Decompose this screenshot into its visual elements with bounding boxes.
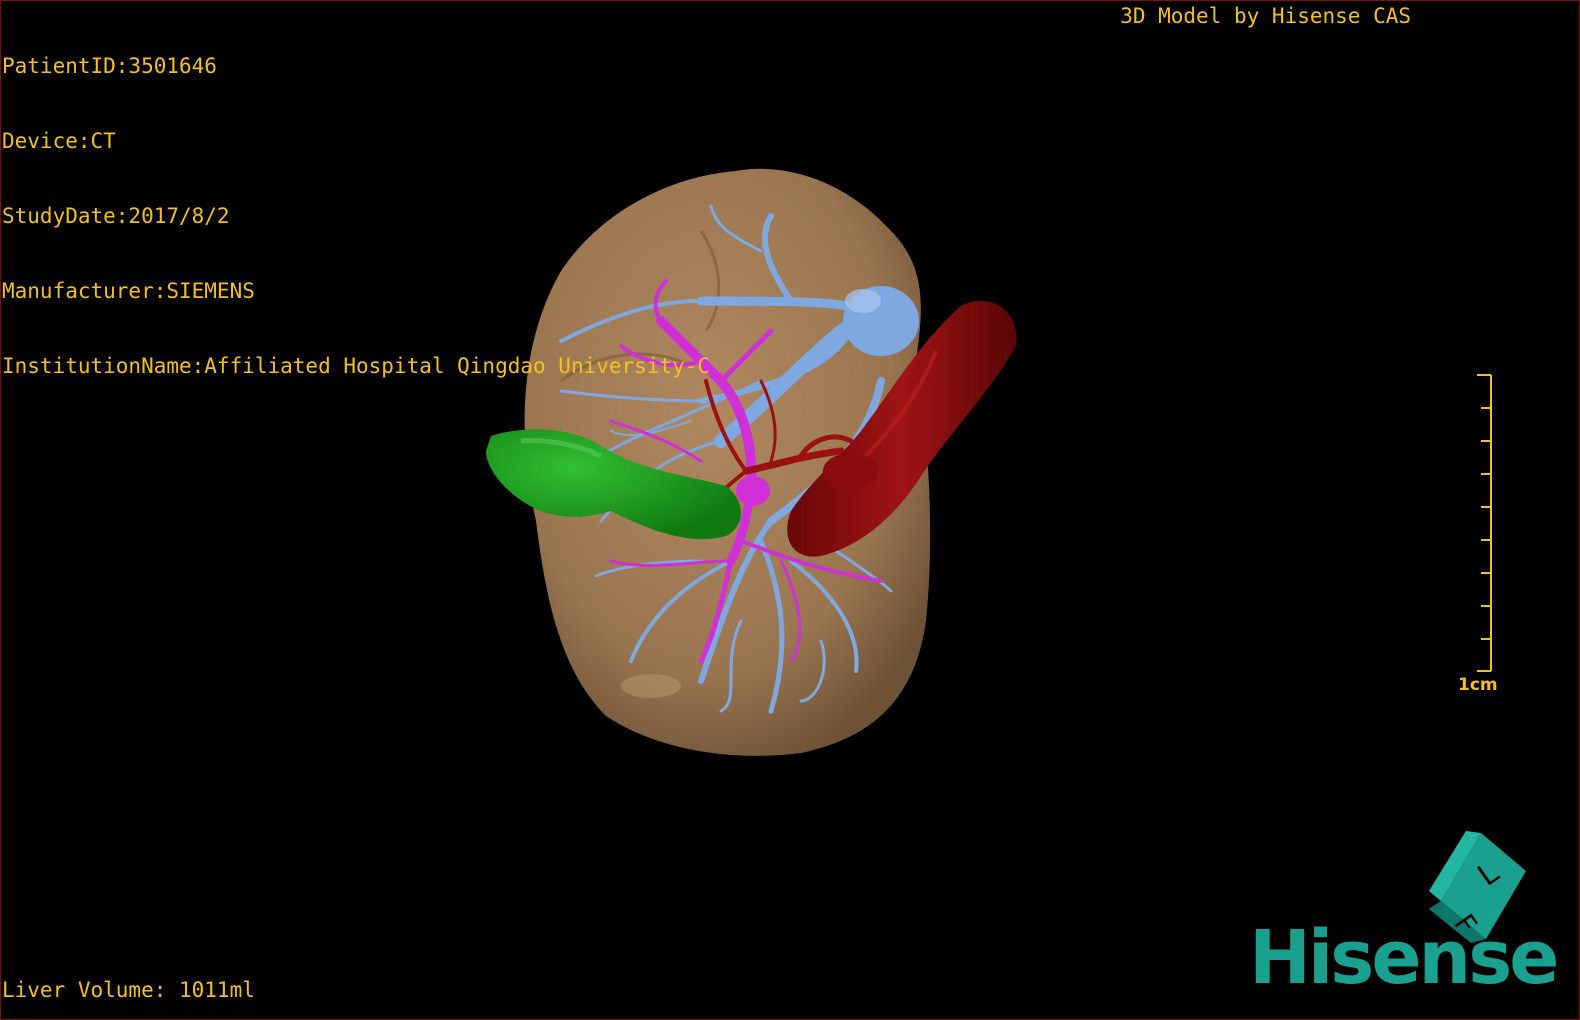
manufacturer: Manufacturer:SIEMENS [2, 279, 255, 303]
liver-volume: Liver Volume: 1011ml [2, 978, 255, 1002]
3d-viewport[interactable]: PatientID:3501646 Device:CT StudyDate:20… [0, 0, 1580, 1020]
institution-name: InstitutionName:Affiliated Hospital Qing… [2, 354, 711, 378]
patient-id: PatientID:3501646 [2, 54, 217, 78]
study-date: StudyDate:2017/8/2 [2, 204, 230, 228]
device: Device:CT [2, 129, 116, 153]
scale-label: 1cm [1458, 675, 1498, 695]
hisense-logo: Hisense [1249, 915, 1559, 1001]
scale-bar [1477, 374, 1492, 672]
model-credit: 3D Model by Hisense CAS [1120, 4, 1411, 28]
dicom-info: PatientID:3501646 Device:CT StudyDate:20… [2, 4, 710, 429]
